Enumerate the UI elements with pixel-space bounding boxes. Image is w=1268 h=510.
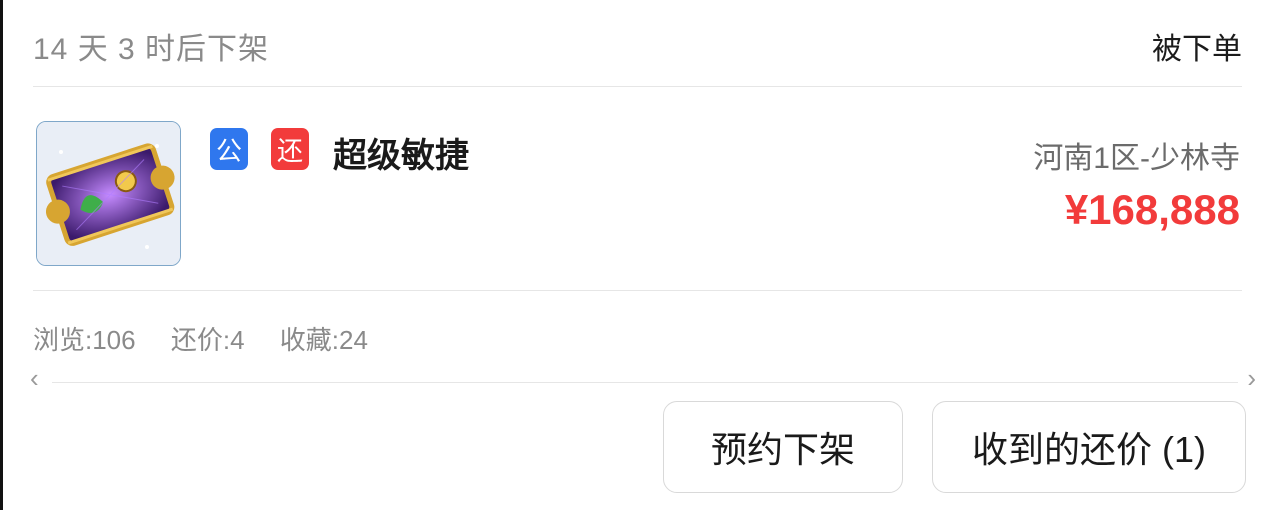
views-count: 浏览:106 [33, 325, 136, 355]
left-edge-border [0, 0, 3, 510]
public-tag: 公 [210, 128, 248, 170]
item-name[interactable]: 超级敏捷 [333, 128, 469, 177]
item-thumbnail[interactable] [36, 121, 181, 266]
magic-scroll-icon [37, 122, 180, 265]
delist-countdown: 14 天 3 时后下架 [33, 33, 270, 66]
item-stats: 浏览:106 还价:4 收藏:24 [33, 320, 396, 357]
schedule-delist-button[interactable]: 预约下架 [663, 401, 903, 493]
server-label: 河南1区-少林寺 [1033, 142, 1240, 175]
received-offers-button[interactable]: 收到的还价 (1) [932, 401, 1246, 493]
offers-count: 还价:4 [170, 325, 245, 355]
scroll-right-icon[interactable]: › [1247, 363, 1256, 394]
scroll-track [52, 382, 1238, 383]
favorites-count: 收藏:24 [279, 325, 368, 355]
order-status: 被下单 [1152, 33, 1242, 66]
divider-top [33, 86, 1242, 87]
divider-middle [33, 290, 1242, 291]
counter-offer-tag: 还 [271, 128, 309, 170]
item-price: ¥168,888 [1064, 186, 1240, 233]
scroll-left-icon[interactable]: ‹ [30, 363, 39, 394]
